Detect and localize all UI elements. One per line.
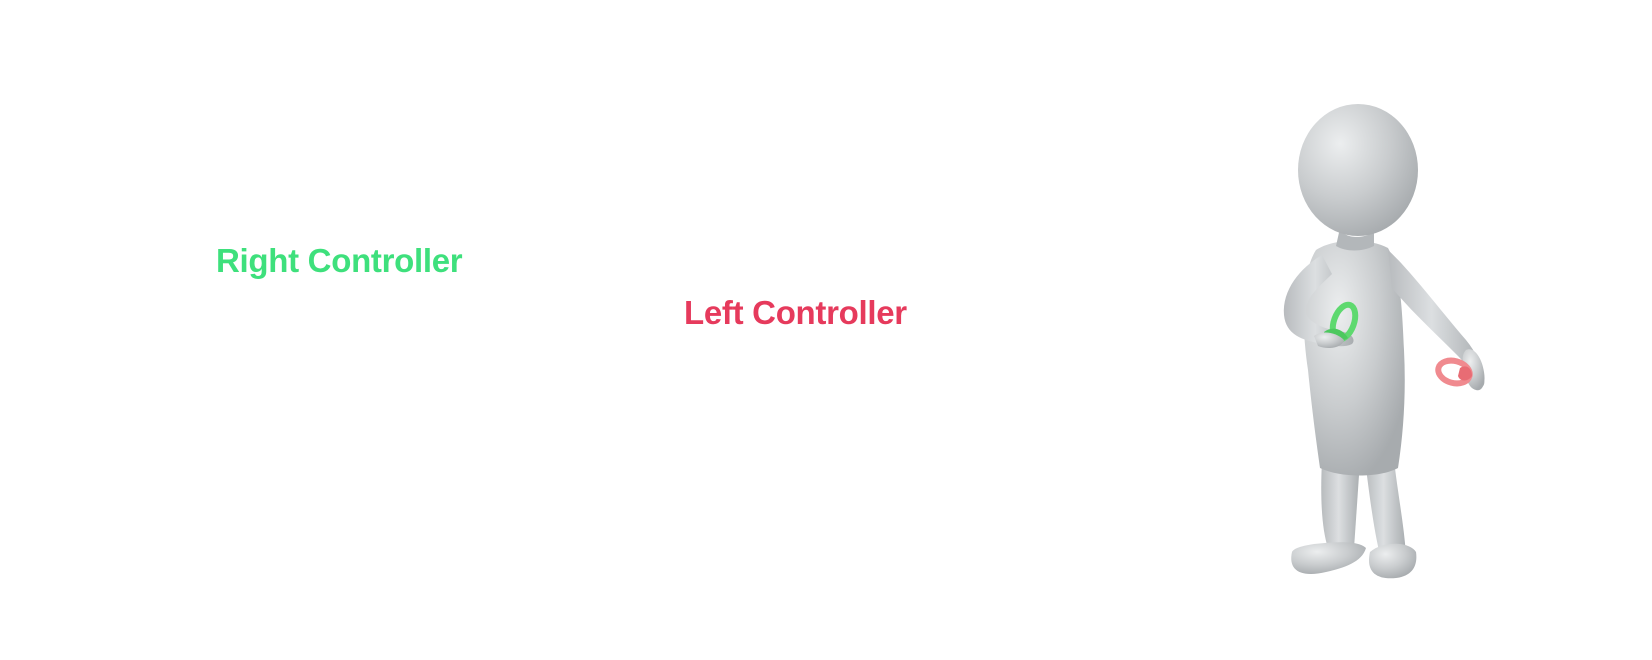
left-controller-label: Left Controller <box>684 294 907 331</box>
legs <box>1291 460 1417 579</box>
person-with-controllers-icon <box>1283 104 1485 579</box>
head <box>1298 104 1418 236</box>
right-controller-label: Right Controller <box>216 242 463 279</box>
